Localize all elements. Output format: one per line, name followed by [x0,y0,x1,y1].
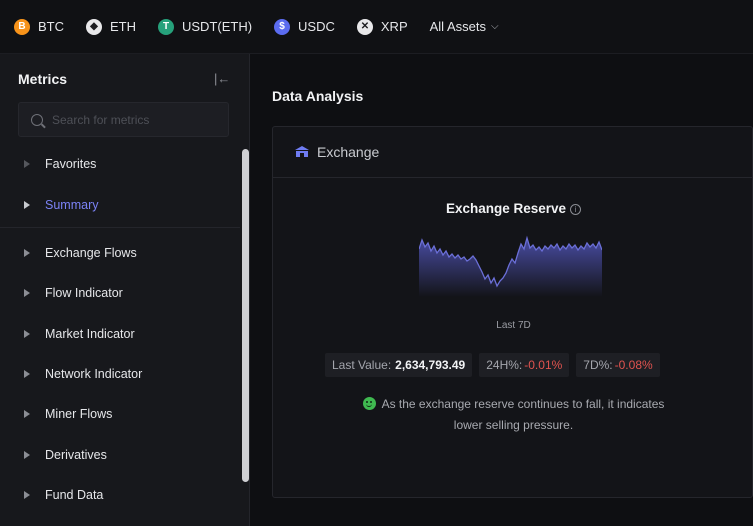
asset-tab-usdt[interactable]: T USDT(ETH) [158,14,252,40]
usdc-icon: $ [274,18,291,35]
bank-icon [295,146,309,157]
asset-label: All Assets [429,19,486,34]
asset-tab-xrp[interactable]: ✕ XRP [356,14,408,40]
info-icon[interactable]: i [570,204,582,215]
asset-label: BTC [38,19,64,34]
sidebar-item-label: Miner Flows [45,407,113,421]
metrics-sidebar: Metrics |← Favorites Summary Exchange Fl… [0,54,250,526]
card-header: Exchange [273,127,752,178]
asset-label: XRP [380,19,408,34]
sidebar-item-market-indicator[interactable]: Market Indicator [0,319,240,349]
sidebar-item-favorites[interactable]: Favorites [0,149,240,179]
asset-tab-btc[interactable]: B BTC [14,14,64,40]
sidebar-title: Metrics [18,71,68,87]
sidebar-item-label: Fund Data [45,488,104,502]
change-7d-label: 7D%: [583,358,613,372]
sidebar-item-exchange-flows[interactable]: Exchange Flows [0,238,240,268]
change-24h-badge: 24H%: -0.01% [479,353,570,377]
chevron-down-icon: ⌵ [490,21,499,32]
asset-label: ETH [110,19,136,34]
sidebar-scrollbar[interactable] [242,149,249,482]
sidebar-item-label: Market Indicator [45,327,135,341]
asset-label: USDT(ETH) [182,19,253,34]
sidebar-item-network-indicator[interactable]: Network Indicator [0,359,240,389]
sidebar-item-label: Favorites [45,157,97,171]
last-value: 2,634,793.49 [395,358,466,372]
note-line-2: lower selling pressure. [453,418,574,432]
asset-label: USDC [298,19,335,34]
section-title: Data Analysis [272,88,364,104]
search-input[interactable] [52,112,212,127]
analysis-note: As the exchange reserve continues to fal… [273,394,753,436]
sidebar-item-label: Exchange Flows [45,246,137,260]
caret-right-icon [24,330,30,338]
asset-bar: B BTC ◆ ETH T USDT(ETH) $ USDC ✕ XRP All… [0,0,753,54]
sidebar-item-label: Derivatives [45,448,107,462]
change-7d-value: -0.08% [614,358,653,372]
metric-title-label: Exchange Reserve [445,201,567,216]
metrics-search [18,102,229,137]
tether-icon: T [158,18,174,35]
change-24h-value: -0.01% [524,358,563,372]
exchange-reserve-sparkline [419,235,602,297]
sidebar-item-label: Flow Indicator [45,286,123,300]
period-label: Last 7D [496,320,531,331]
caret-right-icon [24,289,30,297]
change-7d-badge: 7D%: -0.08% [576,353,660,377]
asset-tab-eth[interactable]: ◆ ETH [86,14,136,40]
caret-right-icon [24,451,30,459]
smile-icon [362,397,376,410]
sidebar-item-derivatives[interactable]: Derivatives [0,440,240,470]
sidebar-item-summary[interactable]: Summary [0,190,240,220]
sidebar-divider [0,227,240,228]
sidebar-item-fund-data[interactable]: Fund Data [0,480,240,510]
caret-right-icon [24,370,30,378]
asset-tab-usdc[interactable]: $ USDC [274,14,335,40]
caret-right-icon [24,491,30,499]
main-content: Data Analysis Exchange Exchange Reserve i [250,54,753,526]
collapse-sidebar-icon[interactable]: |← [214,71,230,86]
stats-row: Last Value: 2,634,793.49 24H%: -0.01% 7D… [325,353,667,377]
search-icon [31,113,43,126]
last-value-label: Last Value: [332,358,392,372]
caret-right-icon [24,201,30,209]
card-title: Exchange [317,144,380,160]
note-line-1: As the exchange reserve continues to fal… [381,397,665,411]
last-value-badge: Last Value: 2,634,793.49 [325,353,473,377]
sidebar-item-flow-indicator[interactable]: Flow Indicator [0,278,240,308]
sparkline-area [419,238,602,297]
metric-title: Exchange Reserve i [273,201,753,216]
sidebar-item-label: Network Indicator [45,367,143,381]
caret-right-icon [24,249,30,257]
all-assets-dropdown[interactable]: All Assets ⌵ [430,14,499,40]
sidebar-item-miner-flows[interactable]: Miner Flows [0,399,240,429]
exchange-card: Exchange Exchange Reserve i Last 7D Last … [272,126,753,498]
caret-right-icon [24,160,30,168]
bitcoin-icon: B [14,18,30,35]
change-24h-label: 24H%: [486,358,523,372]
ethereum-icon: ◆ [86,18,102,35]
xrp-icon: ✕ [356,18,373,35]
sidebar-item-label: Summary [45,198,99,212]
caret-right-icon [24,410,30,418]
